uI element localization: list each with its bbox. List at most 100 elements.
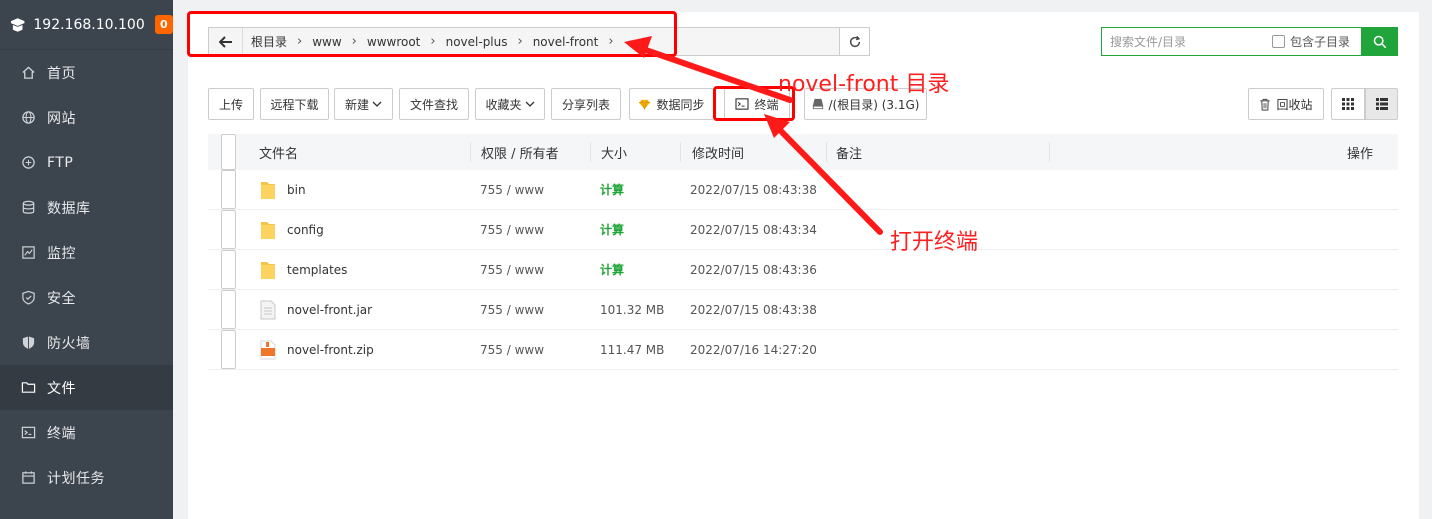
table-row[interactable]: templates 755 / www 计算 2022/07/15 08:43:36 (208, 250, 1398, 290)
sidebar-item-website[interactable]: 网站 (0, 95, 173, 140)
globe-icon (20, 110, 36, 126)
file-size[interactable]: 计算 (600, 170, 624, 209)
header-size[interactable]: 大小 (601, 134, 627, 170)
include-subdir-checkbox[interactable]: 包含子目录 (1272, 33, 1350, 50)
sidebar-item-label: 计划任务 (47, 470, 105, 487)
sidebar-item-ftp[interactable]: FTP (0, 140, 173, 185)
table-row[interactable]: config 755 / www 计算 2022/07/15 08:43:34 (208, 210, 1398, 250)
diamond-icon (638, 99, 651, 110)
sidebar-item-label: 终端 (47, 425, 76, 442)
checkbox[interactable] (221, 250, 236, 289)
server-header: 192.168.10.100 0 (0, 0, 173, 50)
chevron-down-icon (525, 100, 535, 108)
upload-label: 上传 (218, 97, 243, 112)
annotation-dir-label: novel-front 目录 (778, 72, 950, 97)
header-name[interactable]: 文件名 (259, 134, 298, 170)
checkbox[interactable] (221, 134, 236, 170)
file-perm[interactable]: 755 / www (480, 330, 544, 369)
file-name[interactable]: config (287, 210, 324, 249)
file-name[interactable]: templates (287, 250, 347, 289)
calendar-icon (20, 470, 36, 486)
sidebar-item-terminal[interactable]: 终端 (0, 410, 173, 455)
zip-file-icon (260, 330, 276, 369)
file-mtime: 2022/07/15 08:43:38 (690, 182, 817, 197)
header-mtime[interactable]: 修改时间 (692, 134, 744, 170)
header-perm[interactable]: 权限 / 所有者 (481, 134, 559, 170)
file-search-label: 文件查找 (409, 97, 458, 112)
file-perm[interactable]: 755 / www (480, 290, 544, 329)
checkbox[interactable] (221, 170, 236, 209)
file-name[interactable]: bin (287, 170, 306, 209)
search-box: 包含子目录 (1101, 27, 1362, 56)
sidebar-item-home[interactable]: 首页 (0, 50, 173, 95)
favorites-button[interactable]: 收藏夹 (475, 88, 545, 120)
table-row[interactable]: novel-front.jar 755 / www 101.32 MB 2022/07… (208, 290, 1398, 330)
header-action: 操作 (1347, 146, 1374, 162)
file-mtime: 2022/07/15 08:43:36 (690, 262, 817, 277)
table-row[interactable]: bin 755 / www 计算 2022/07/15 08:43:38 (208, 170, 1398, 210)
include-subdir-label: 包含子目录 (1290, 35, 1351, 49)
search-input[interactable] (1102, 28, 1272, 55)
column-divider (590, 142, 591, 162)
file-size: 111.47 MB (600, 342, 665, 357)
sidebar-item-files[interactable]: 文件 (0, 365, 173, 410)
shield-icon (20, 290, 36, 306)
remote-download-label: 远程下载 (270, 97, 319, 112)
sidebar-item-security[interactable]: 安全 (0, 275, 173, 320)
server-ip: 192.168.10.100 (33, 16, 145, 33)
sidebar-item-database[interactable]: 数据库 (0, 185, 173, 230)
file-search-button[interactable]: 文件查找 (399, 88, 469, 120)
sidebar: 192.168.10.100 0 首页 网站 FTP 数据库 监控 安全 防火墙… (0, 0, 173, 519)
server-logo-icon (10, 17, 25, 32)
sidebar-item-label: 数据库 (47, 200, 91, 217)
firewall-icon (20, 335, 36, 351)
checkbox[interactable] (1272, 35, 1285, 48)
file-perm[interactable]: 755 / www (480, 250, 544, 289)
trash-icon (1259, 98, 1271, 111)
chevron-down-icon (372, 100, 382, 108)
checkbox[interactable] (221, 330, 236, 369)
upload-button[interactable]: 上传 (208, 88, 254, 120)
annotation-terminal-label: 打开终端 (890, 230, 979, 255)
list-view-button[interactable] (1365, 88, 1398, 120)
notification-badge[interactable]: 0 (154, 15, 173, 34)
file-mtime: 2022/07/16 14:27:20 (690, 342, 817, 357)
sidebar-item-label: 防火墙 (47, 335, 91, 352)
file-size: 101.32 MB (600, 302, 665, 317)
file-icon (260, 290, 276, 329)
sidebar-item-monitor[interactable]: 监控 (0, 230, 173, 275)
table-row[interactable]: novel-front.zip 755 / www 111.47 MB 2022/07… (208, 330, 1398, 370)
database-icon (20, 200, 36, 216)
search-button[interactable] (1362, 27, 1398, 56)
file-mtime: 2022/07/15 08:43:38 (690, 302, 817, 317)
sidebar-item-firewall[interactable]: 防火墙 (0, 320, 173, 365)
folder-icon (20, 380, 36, 396)
data-sync-button[interactable]: 数据同步 (629, 88, 714, 120)
new-button[interactable]: 新建 (334, 88, 393, 120)
monitor-icon (20, 245, 36, 261)
file-perm[interactable]: 755 / www (480, 210, 544, 249)
checkbox[interactable] (221, 290, 236, 329)
column-divider (826, 142, 827, 162)
grid-view-button[interactable] (1331, 88, 1365, 120)
folder-icon (260, 210, 276, 249)
file-name[interactable]: novel-front.jar (287, 290, 372, 329)
column-divider (1049, 142, 1050, 162)
sidebar-item-label: 文件 (47, 380, 76, 397)
recycle-bin-button[interactable]: 回收站 (1248, 88, 1324, 120)
checkbox[interactable] (221, 210, 236, 249)
refresh-button[interactable] (839, 27, 870, 56)
file-perm[interactable]: 755 / www (480, 170, 544, 209)
share-list-button[interactable]: 分享列表 (551, 88, 621, 120)
file-size[interactable]: 计算 (600, 210, 624, 249)
ftp-icon (20, 155, 36, 171)
refresh-icon (849, 35, 860, 47)
path-highlight-box (187, 11, 677, 57)
sidebar-item-cron[interactable]: 计划任务 (0, 455, 173, 500)
sidebar-item-label: 网站 (47, 110, 76, 127)
search-icon (1373, 35, 1387, 48)
remote-download-button[interactable]: 远程下载 (260, 88, 329, 120)
file-name[interactable]: novel-front.zip (287, 330, 374, 369)
disk-label: /(根目录) (3.1G) (828, 97, 920, 112)
file-size[interactable]: 计算 (600, 250, 624, 289)
